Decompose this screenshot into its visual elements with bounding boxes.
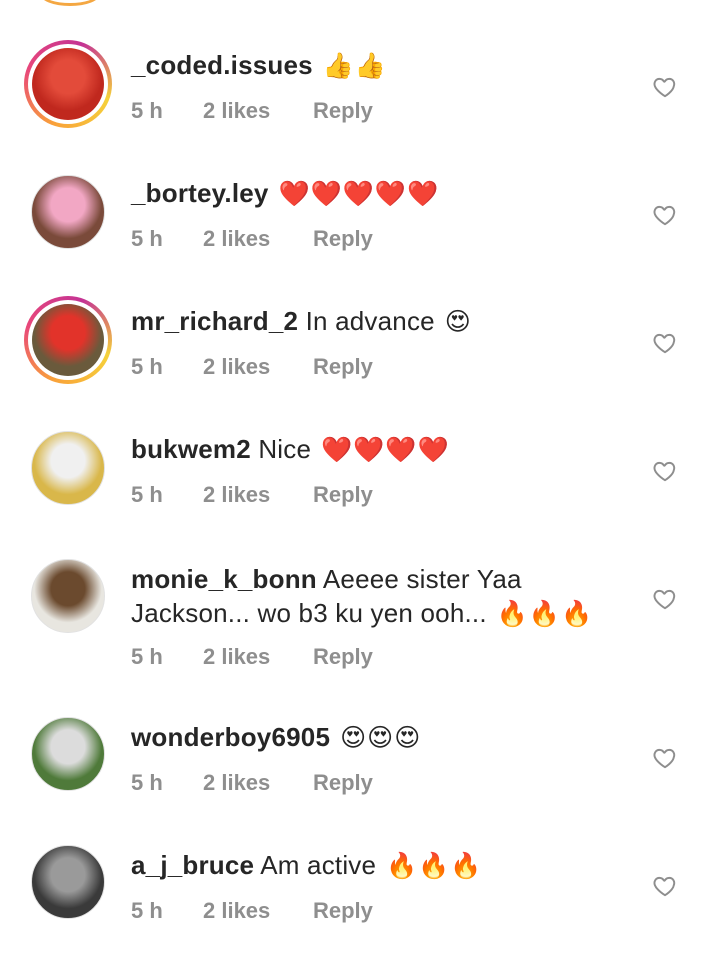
comment-meta: 5 h 2 likes Reply bbox=[131, 898, 373, 924]
comment-username[interactable]: _bortey.ley bbox=[131, 178, 269, 208]
comment-username[interactable]: bukwem2 bbox=[131, 434, 251, 464]
comment-time: 5 h bbox=[131, 354, 163, 379]
avatar[interactable] bbox=[31, 845, 105, 919]
avatar-frame[interactable] bbox=[24, 168, 112, 256]
comment-text: wonderboy6905 😍😍😍 bbox=[131, 720, 620, 755]
comment-body: Nice bbox=[250, 434, 312, 464]
comment-username[interactable]: a_j_bruce bbox=[131, 850, 254, 880]
avatar-inner bbox=[28, 428, 108, 508]
comment-emoji: ❤️❤️❤️❤️❤️ bbox=[270, 180, 440, 208]
comment-meta: 5 h 2 likes Reply bbox=[131, 226, 373, 252]
comment-time: 5 h bbox=[131, 226, 163, 251]
comment-meta: 5 h 2 likes Reply bbox=[131, 770, 373, 796]
avatar[interactable] bbox=[31, 559, 105, 633]
heart-icon[interactable] bbox=[652, 745, 678, 771]
avatar-frame[interactable] bbox=[24, 424, 112, 512]
comment-text: monie_k_bonn Aeeee sister Yaa Jackson...… bbox=[131, 562, 620, 631]
avatar-inner bbox=[28, 556, 108, 636]
comment-text: _bortey.ley ❤️❤️❤️❤️❤️ bbox=[131, 176, 620, 211]
comment-username[interactable]: mr_richard_2 bbox=[131, 306, 298, 336]
comment-body: In advance bbox=[298, 306, 435, 336]
comment-emoji: 😍😍😍 bbox=[332, 724, 422, 752]
heart-icon[interactable] bbox=[652, 330, 678, 356]
avatar-inner bbox=[28, 300, 108, 380]
heart-icon[interactable] bbox=[652, 202, 678, 228]
comment-emoji: 🔥🔥🔥 bbox=[378, 852, 483, 880]
heart-icon[interactable] bbox=[652, 873, 678, 899]
avatar-frame[interactable] bbox=[24, 552, 112, 640]
heart-icon[interactable] bbox=[652, 586, 678, 612]
avatar[interactable] bbox=[31, 431, 105, 505]
avatar[interactable] bbox=[31, 717, 105, 791]
comment-body: Am active bbox=[254, 850, 377, 880]
comment-likes[interactable]: 2 likes bbox=[203, 770, 313, 796]
comment-meta: 5 h 2 likes Reply bbox=[131, 644, 373, 670]
comment-username[interactable]: monie_k_bonn bbox=[131, 564, 317, 594]
avatar-inner bbox=[28, 172, 108, 252]
reply-button[interactable]: Reply bbox=[313, 482, 373, 508]
comment-time: 5 h bbox=[131, 898, 163, 923]
comment-meta: 5 h 2 likes Reply bbox=[131, 354, 373, 380]
reply-button[interactable]: Reply bbox=[313, 770, 373, 796]
comment-text: a_j_bruce Am active 🔥🔥🔥 bbox=[131, 848, 620, 883]
avatar-inner bbox=[28, 842, 108, 922]
comment-row: a_j_bruce Am active 🔥🔥🔥 5 h2 likes Reply bbox=[0, 0, 720, 923]
avatar-story-ring[interactable] bbox=[24, 296, 112, 384]
comment-meta: 5 h 2 likes Reply bbox=[131, 482, 373, 508]
comment-likes[interactable]: 2 likes bbox=[203, 898, 313, 924]
comment-username[interactable]: wonderboy6905 bbox=[131, 722, 330, 752]
comment-likes[interactable]: 2 likes bbox=[203, 644, 313, 670]
reply-button[interactable]: Reply bbox=[313, 226, 373, 252]
comment-emoji: 🔥🔥🔥 bbox=[488, 600, 594, 628]
comment-time: 5 h bbox=[131, 644, 163, 669]
avatar[interactable] bbox=[32, 304, 104, 376]
reply-button[interactable]: Reply bbox=[313, 898, 373, 924]
avatar-inner bbox=[28, 714, 108, 794]
comment-time: 5 h bbox=[131, 770, 163, 795]
comment-likes[interactable]: 2 likes bbox=[203, 226, 313, 252]
avatar-frame[interactable] bbox=[24, 710, 112, 798]
comment-text: bukwem2 Nice ❤️❤️❤️❤️ bbox=[131, 432, 620, 467]
comment-time: 5 h bbox=[131, 482, 163, 507]
reply-button[interactable]: Reply bbox=[313, 644, 373, 670]
comment-emoji: ❤️❤️❤️❤️ bbox=[313, 436, 450, 464]
comment-emoji: 😍 bbox=[436, 308, 472, 336]
heart-icon[interactable] bbox=[652, 458, 678, 484]
comment-text: mr_richard_2 In advance 😍 bbox=[131, 304, 620, 339]
comment-likes[interactable]: 2 likes bbox=[203, 482, 313, 508]
avatar[interactable] bbox=[31, 175, 105, 249]
avatar-frame[interactable] bbox=[24, 838, 112, 926]
comment-likes[interactable]: 2 likes bbox=[203, 354, 313, 380]
reply-button[interactable]: Reply bbox=[313, 354, 373, 380]
